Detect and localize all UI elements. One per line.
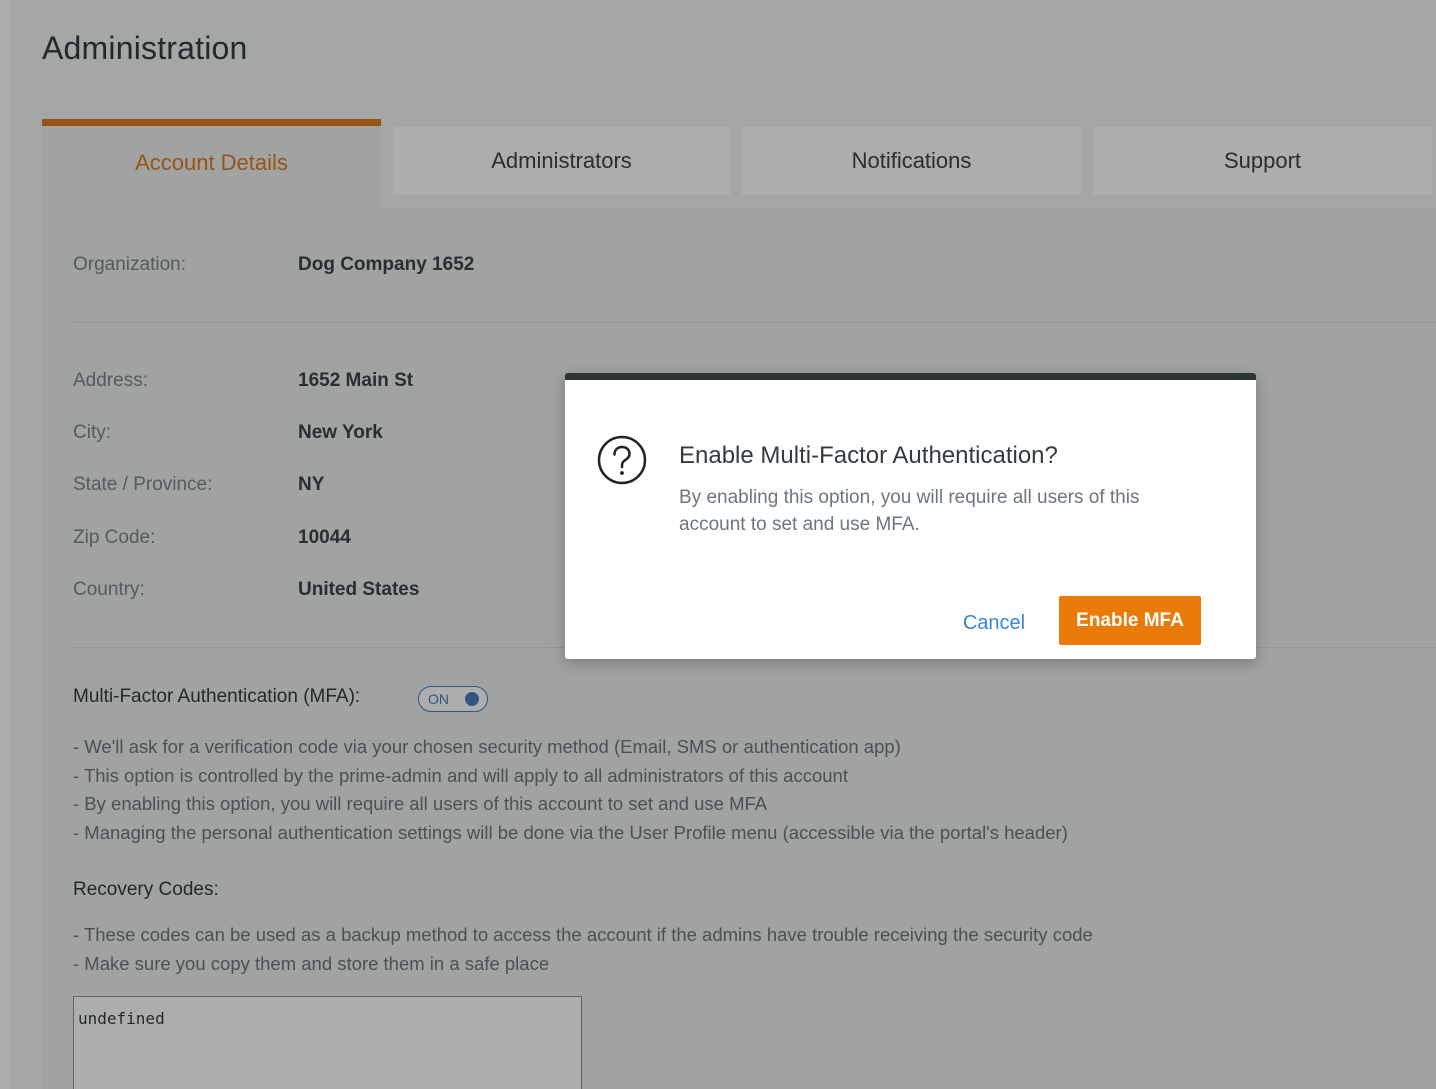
question-circle-icon: [597, 435, 647, 485]
cancel-button[interactable]: Cancel: [950, 605, 1038, 641]
app-root: Administration Account Details Administr…: [0, 0, 1436, 1089]
enable-mfa-button[interactable]: Enable MFA: [1059, 596, 1201, 645]
dialog-title: Enable Multi-Factor Authentication?: [679, 442, 1058, 469]
enable-mfa-dialog: Enable Multi-Factor Authentication? By e…: [565, 373, 1256, 659]
dialog-message: By enabling this option, you will requir…: [679, 487, 1140, 535]
